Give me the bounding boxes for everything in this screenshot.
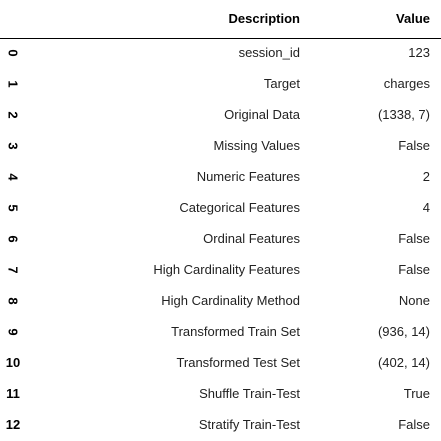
row-description: Transformed Train Set xyxy=(171,324,300,339)
row-description: Categorical Features xyxy=(179,200,300,215)
row-description: High Cardinality Method xyxy=(161,293,300,308)
table-row: 2 Original Data (1338, 7) xyxy=(0,102,441,128)
table-row: 5 Categorical Features 4 xyxy=(0,195,441,221)
row-index: 10 xyxy=(5,355,21,370)
row-value: 4 xyxy=(422,200,430,215)
row-value: (936, 14) xyxy=(377,324,430,339)
row-index: 6 xyxy=(5,235,21,243)
row-description: Numeric Features xyxy=(196,169,300,184)
row-value: charges xyxy=(383,76,430,91)
row-index: 4 xyxy=(5,173,21,181)
table-row: 10 Transformed Test Set (402, 14) xyxy=(0,350,441,376)
table-row: 6 Ordinal Features False xyxy=(0,226,441,252)
row-description: Ordinal Features xyxy=(203,231,300,246)
table-row: 12 Stratify Train-Test False xyxy=(0,412,441,438)
row-description: High Cardinality Features xyxy=(153,262,300,277)
row-value: True xyxy=(403,386,430,401)
row-index: 11 xyxy=(6,386,20,401)
row-index: 0 xyxy=(5,49,21,57)
table-row: 1 Target charges xyxy=(0,71,441,97)
column-header-description: Description xyxy=(228,11,300,26)
row-index: 2 xyxy=(5,111,21,119)
row-value: False xyxy=(398,231,430,246)
table-row: 0 session_id 123 xyxy=(0,40,441,66)
row-index: 7 xyxy=(5,266,21,274)
row-description: Target xyxy=(263,76,300,91)
row-description: session_id xyxy=(238,45,300,60)
row-value: (402, 14) xyxy=(377,355,430,370)
row-value: False xyxy=(398,417,430,432)
row-value: (1338, 7) xyxy=(377,107,430,122)
row-index: 9 xyxy=(5,328,21,336)
table-row: 3 Missing Values False xyxy=(0,133,441,159)
column-header-value: Value xyxy=(396,11,430,26)
row-index: 1 xyxy=(5,80,21,88)
table-row: 7 High Cardinality Features False xyxy=(0,257,441,283)
table-row: 4 Numeric Features 2 xyxy=(0,164,441,190)
row-description: Original Data xyxy=(224,107,300,122)
row-index: 8 xyxy=(5,297,21,305)
row-value: 2 xyxy=(422,169,430,184)
row-description: Shuffle Train-Test xyxy=(199,386,300,401)
table-row: 11 Shuffle Train-Test True xyxy=(0,381,441,407)
table-row: 9 Transformed Train Set (936, 14) xyxy=(0,319,441,345)
row-value: 123 xyxy=(408,45,430,60)
row-value: False xyxy=(398,262,430,277)
row-index: 5 xyxy=(5,204,21,212)
table-header: Description Value xyxy=(0,0,441,39)
row-description: Transformed Test Set xyxy=(176,355,300,370)
row-index: 3 xyxy=(5,142,21,150)
row-description: Stratify Train-Test xyxy=(198,417,300,432)
row-index: 12 xyxy=(5,417,21,432)
row-value: False xyxy=(398,138,430,153)
row-value: None xyxy=(398,293,430,308)
table-row: 8 High Cardinality Method None xyxy=(0,288,441,314)
row-description: Missing Values xyxy=(213,138,300,153)
